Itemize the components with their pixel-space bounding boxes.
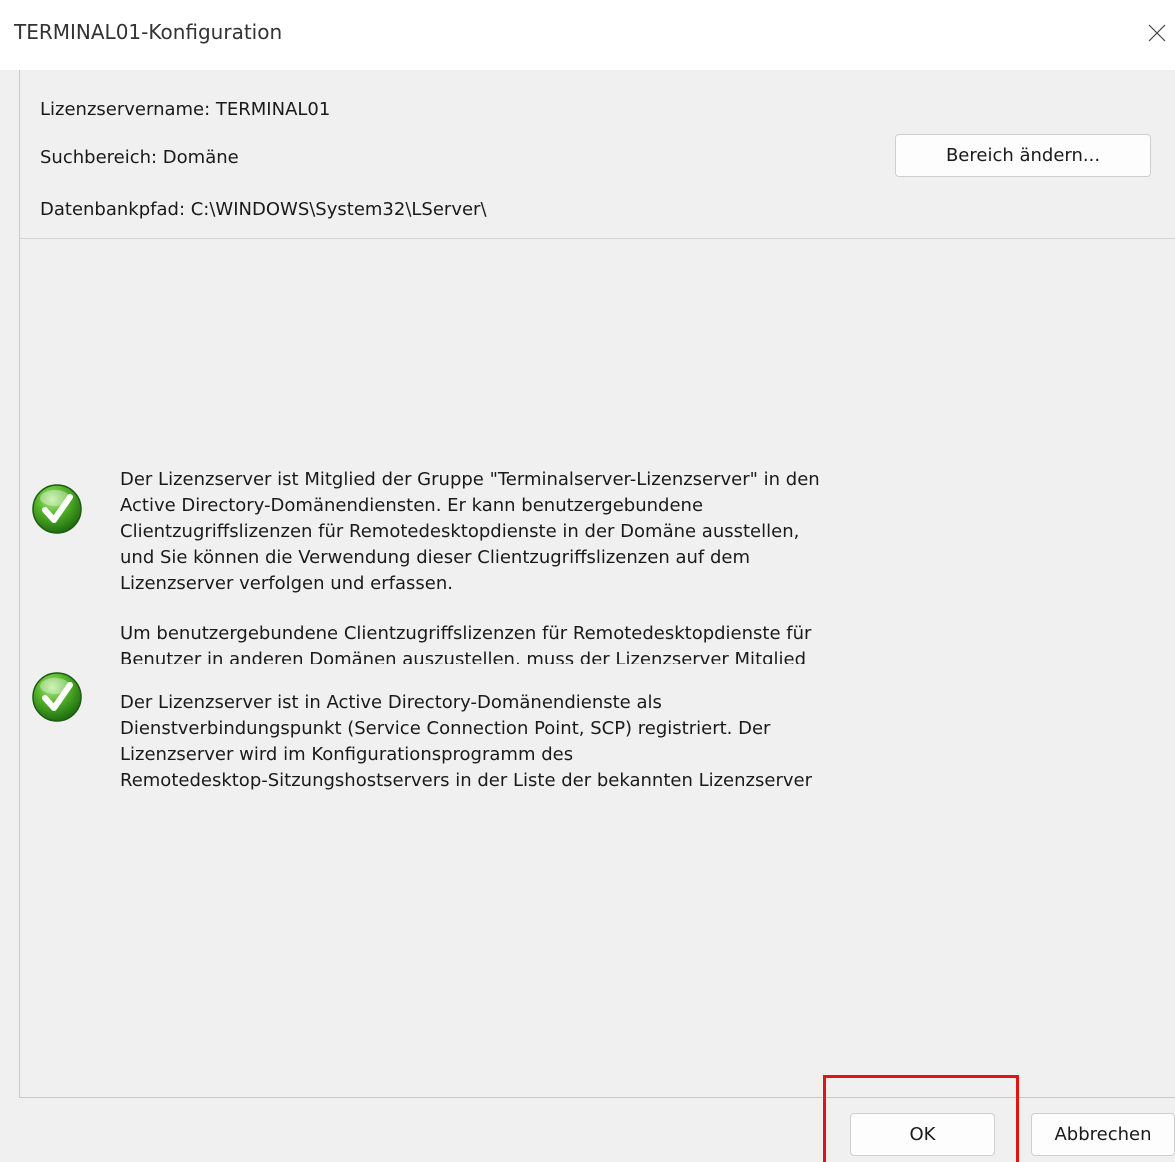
status-text-1: Der Lizenzserver ist Mitglied der Gruppe…	[120, 467, 880, 664]
check-icon	[32, 672, 82, 722]
server-name-label: Lizenzservername: TERMINAL01	[40, 99, 331, 120]
check-icon	[32, 484, 82, 534]
status-2-paragraph-1: Der Lizenzserver ist in Active Directory…	[120, 692, 812, 791]
search-scope-label: Suchbereich: Domäne	[40, 147, 239, 168]
change-scope-button[interactable]: Bereich ändern...	[895, 134, 1151, 177]
ok-button[interactable]: OK	[850, 1113, 995, 1156]
server-info-panel: Lizenzservername: TERMINAL01 Suchbereich…	[19, 70, 1175, 239]
database-path-label: Datenbankpfad: C:\WINDOWS\System32\LServ…	[40, 199, 487, 220]
close-button[interactable]	[1139, 12, 1175, 54]
status-1-paragraph-2: Um benutzergebundene Clientzugriffslizen…	[120, 623, 812, 664]
status-panel: Der Lizenzserver ist Mitglied der Gruppe…	[19, 239, 1175, 1098]
status-text-2: Der Lizenzserver ist in Active Directory…	[120, 690, 880, 800]
close-icon	[1148, 24, 1166, 42]
title-bar: TERMINAL01-Konfiguration	[0, 0, 1175, 70]
status-1-paragraph-1: Der Lizenzserver ist Mitglied der Gruppe…	[120, 469, 820, 594]
window-title: TERMINAL01-Konfiguration	[14, 20, 283, 44]
cancel-button[interactable]: Abbrechen	[1031, 1113, 1175, 1156]
